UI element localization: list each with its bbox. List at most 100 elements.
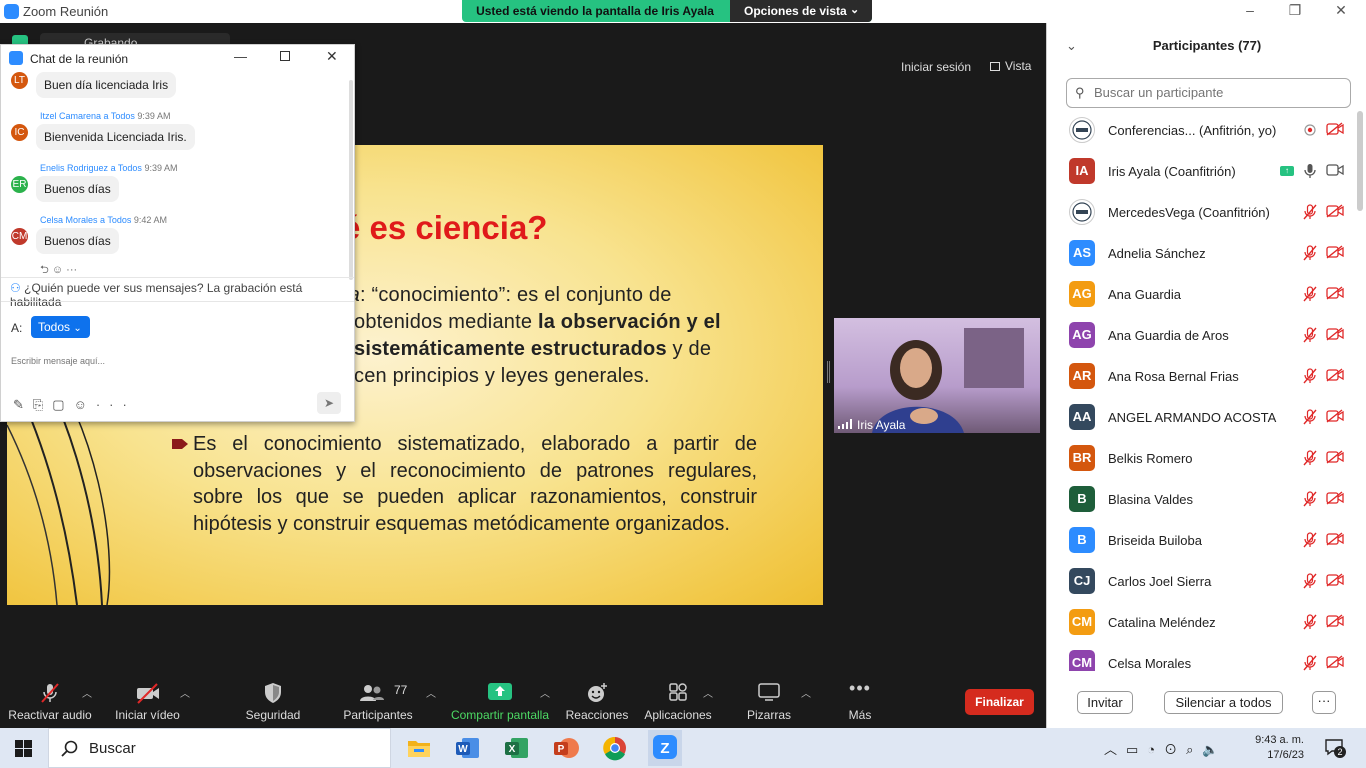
mic-muted-icon[interactable]: [1302, 490, 1318, 508]
mic-muted-icon[interactable]: [1302, 203, 1318, 221]
video-off-icon[interactable]: [1326, 532, 1344, 546]
chat-privacy-notice[interactable]: ⚇ ¿Quién puede ver sus mensajes? La grab…: [10, 281, 354, 309]
participant-row[interactable]: B Briseida Builoba: [1047, 521, 1357, 562]
participant-row[interactable]: AA ANGEL ARMANDO ACOSTA: [1047, 398, 1357, 439]
participant-name: Ana Rosa Bernal Frias: [1108, 369, 1239, 384]
participants-scrollbar[interactable]: [1357, 111, 1363, 211]
participant-row[interactable]: Conferencias... (Anfitrión, yo): [1047, 111, 1357, 152]
more-button[interactable]: ••• Más: [840, 673, 880, 728]
mic-muted-icon[interactable]: [1302, 531, 1318, 549]
video-off-icon[interactable]: [1326, 122, 1344, 136]
invite-button[interactable]: Invitar: [1077, 691, 1133, 714]
participant-row[interactable]: AG Ana Guardia: [1047, 275, 1357, 316]
video-off-icon[interactable]: [1326, 409, 1344, 423]
mic-muted-icon[interactable]: [1302, 326, 1318, 344]
mic-muted-icon[interactable]: [1302, 572, 1318, 590]
participant-row[interactable]: AG Ana Guardia de Aros: [1047, 316, 1357, 357]
chat-sender: Enelis Rodriguez a Todos 9:39 AM: [40, 163, 178, 173]
participant-row[interactable]: AS Adnelia Sánchez: [1047, 234, 1357, 275]
unmute-button[interactable]: Reactivar audio: [5, 673, 95, 728]
mic-muted-icon[interactable]: [1302, 244, 1318, 262]
video-off-icon[interactable]: [1326, 245, 1344, 259]
chevron-down-icon: ⌄: [850, 4, 860, 16]
participant-row[interactable]: AR Ana Rosa Bernal Frias: [1047, 357, 1357, 398]
mic-muted-icon[interactable]: [1302, 654, 1318, 671]
chat-scrollbar[interactable]: [349, 80, 353, 280]
participant-row[interactable]: IA Iris Ayala (Coanfitrión) ↑: [1047, 152, 1357, 193]
video-off-icon[interactable]: [1326, 204, 1344, 218]
video-on-icon[interactable]: [1326, 163, 1344, 177]
participant-row[interactable]: CM Celsa Morales: [1047, 644, 1357, 671]
video-off-icon[interactable]: [1326, 573, 1344, 587]
chevron-up-icon[interactable]: ︿: [540, 685, 550, 700]
video-off-icon[interactable]: [1326, 655, 1344, 669]
minimize-icon[interactable]: —: [234, 49, 247, 64]
participant-search-input[interactable]: [1094, 85, 1344, 100]
participant-row[interactable]: MercedesVega (Coanfitrión): [1047, 193, 1357, 234]
apps-button[interactable]: Aplicaciones: [640, 673, 716, 728]
more-options-button[interactable]: ···: [1312, 691, 1336, 714]
chevron-up-icon[interactable]: ︿: [801, 685, 811, 700]
mic-muted-icon[interactable]: [1302, 613, 1318, 631]
send-icon[interactable]: ➤: [317, 392, 341, 414]
video-off-icon[interactable]: [1326, 368, 1344, 382]
video-off-icon[interactable]: [1326, 286, 1344, 300]
mic-muted-icon[interactable]: [1302, 449, 1318, 467]
chevron-up-icon[interactable]: ︿: [426, 685, 436, 700]
video-off-icon[interactable]: [1326, 614, 1344, 628]
participant-row[interactable]: CJ Carlos Joel Sierra: [1047, 562, 1357, 603]
view-button[interactable]: Vista: [990, 59, 1031, 73]
powerpoint-icon[interactable]: P: [551, 733, 581, 763]
mic-muted-icon[interactable]: [1302, 367, 1318, 385]
file-explorer-icon[interactable]: [404, 733, 434, 763]
recipient-select[interactable]: Todos ⌄: [31, 316, 90, 338]
start-video-button[interactable]: Iniciar vídeo: [105, 673, 190, 728]
speaker-video[interactable]: Iris Ayala: [834, 318, 1040, 433]
taskbar-clock[interactable]: 9:43 a. m. 17/6/23: [1244, 733, 1304, 763]
chevron-up-icon[interactable]: ︿: [180, 685, 190, 700]
share-screen-label: Compartir pantalla: [450, 708, 550, 722]
end-meeting-button[interactable]: Finalizar: [965, 689, 1034, 715]
notifications-icon[interactable]: 2: [1324, 737, 1346, 758]
participant-row[interactable]: B Blasina Valdes: [1047, 480, 1357, 521]
resize-handle[interactable]: [827, 361, 830, 383]
recording-icon[interactable]: [1302, 121, 1318, 139]
view-options-button[interactable]: Opciones de vista ⌄: [730, 0, 872, 22]
zoom-app-icon[interactable]: Z: [648, 730, 682, 766]
taskbar-search[interactable]: Buscar: [48, 728, 391, 768]
chevron-up-icon[interactable]: ︿: [82, 685, 92, 700]
share-screen-button[interactable]: Compartir pantalla: [448, 673, 552, 728]
maximize-icon[interactable]: [280, 51, 290, 61]
close-icon[interactable]: ✕: [326, 48, 338, 65]
mic-on-icon[interactable]: [1302, 162, 1318, 180]
video-off-icon[interactable]: [1326, 450, 1344, 464]
maximize-icon[interactable]: ❐: [1285, 2, 1305, 20]
video-off-icon[interactable]: [1326, 327, 1344, 341]
video-off-icon[interactable]: [1326, 491, 1344, 505]
participant-search[interactable]: ⚲: [1066, 78, 1351, 108]
whiteboards-button[interactable]: Pizarras: [738, 673, 800, 728]
word-icon[interactable]: W: [453, 733, 483, 763]
windows-start-icon[interactable]: [15, 740, 32, 757]
minimize-icon[interactable]: –: [1240, 2, 1260, 20]
sign-in-link[interactable]: Iniciar sesión: [901, 60, 971, 74]
reactions-button[interactable]: Reacciones: [562, 673, 632, 728]
chat-tools[interactable]: ✎⎘▢☺···: [13, 397, 136, 413]
participants-button[interactable]: 77 Participantes: [338, 673, 418, 728]
participant-row[interactable]: CM Catalina Meléndez: [1047, 603, 1357, 644]
chrome-icon[interactable]: [600, 733, 630, 763]
excel-icon[interactable]: X: [502, 733, 532, 763]
chat-message-input[interactable]: [11, 341, 341, 381]
participant-row[interactable]: BR Belkis Romero: [1047, 439, 1357, 480]
mute-all-button[interactable]: Silenciar a todos: [1164, 691, 1283, 714]
apps-icon: [669, 683, 687, 701]
mic-muted-icon[interactable]: [1302, 285, 1318, 303]
svg-text:P: P: [558, 744, 565, 755]
taskbar: Buscar W X P Z ︿▭◔⊙⌕🔈 9:43 a. m. 17/6/23…: [0, 728, 1366, 768]
mic-muted-icon[interactable]: [1302, 408, 1318, 426]
close-icon[interactable]: ✕: [1331, 2, 1351, 20]
chevron-up-icon[interactable]: ︿: [703, 685, 713, 700]
divider: [1, 277, 354, 278]
system-tray-icons[interactable]: ︿▭◔⊙⌕🔈: [1104, 739, 1228, 758]
security-button[interactable]: Seguridad: [238, 673, 308, 728]
